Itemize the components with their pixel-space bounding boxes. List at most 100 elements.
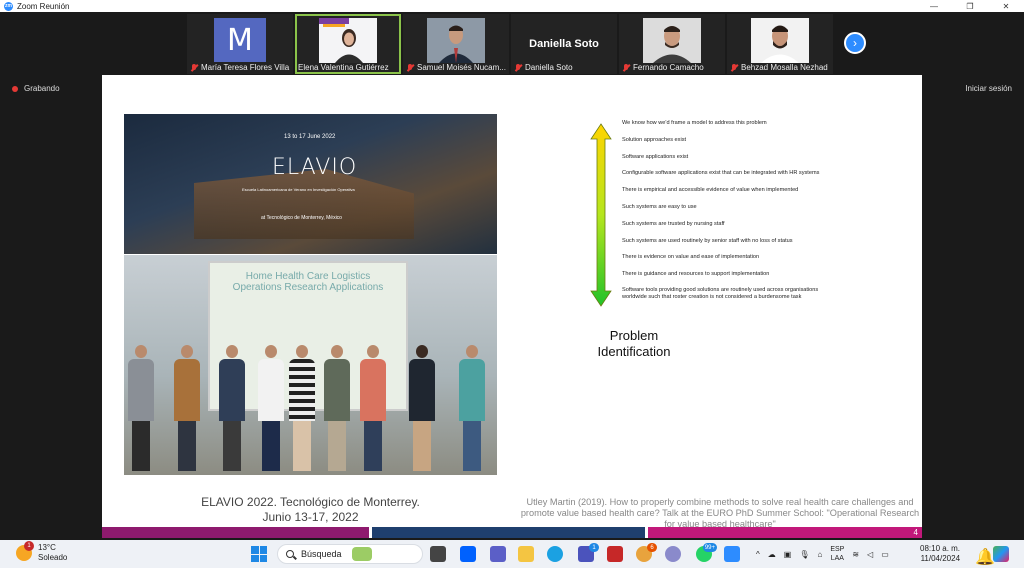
shared-slide: 13 to 17 June 2022 ELAVIO Escuela Latino…: [102, 75, 922, 538]
task-view-icon[interactable]: [430, 546, 446, 562]
chrome-badge: 6: [647, 543, 657, 552]
windows-start-icon[interactable]: [251, 546, 267, 562]
copilot-icon[interactable]: [993, 546, 1009, 562]
whatsapp-icon[interactable]: 99+: [696, 543, 717, 562]
microphone-icon[interactable]: 🎙: [799, 550, 809, 559]
footer-bar: [102, 527, 369, 538]
person-figure: [459, 345, 485, 471]
notification-bell-icon[interactable]: 🔔: [975, 547, 995, 566]
participant-tile[interactable]: Samuel Moisés Nucam...: [403, 14, 509, 74]
participant-name: Behzad Mosalla Nezhad: [741, 63, 828, 72]
step-item: Such systems are trusted by nursing staf…: [622, 220, 725, 227]
participants-strip: M María Teresa Flores Villa Elena Valent…: [187, 14, 833, 74]
cloud-icon[interactable]: ☁: [768, 550, 776, 559]
step-item: There is empirical and accessible eviden…: [622, 187, 799, 194]
restore-icon[interactable]: ❐: [952, 2, 988, 11]
people-group: [124, 325, 497, 475]
participant-tile[interactable]: Elena Valentina Gutiérrez: [295, 14, 401, 74]
participant-tile[interactable]: Daniella Soto Daniella Soto: [511, 14, 617, 74]
step-item: We know how we'd frame a model to addres…: [622, 120, 767, 126]
sun-icon: 1: [16, 541, 34, 561]
step-item: Solution approaches exist: [622, 136, 687, 143]
page-number: 4: [913, 528, 918, 537]
chevron-up-icon[interactable]: ^: [756, 550, 760, 559]
recording-dot-icon: [12, 85, 18, 92]
step-item: Configurable software applications exist…: [622, 170, 820, 177]
next-participants-button[interactable]: ›: [844, 32, 866, 54]
language-code: ESP: [830, 546, 845, 553]
person-figure: [219, 345, 245, 471]
participant-name: Elena Valentina Gutiérrez: [298, 63, 389, 72]
person-figure: [289, 345, 315, 471]
dropbox-icon[interactable]: [460, 546, 476, 562]
participant-name: Samuel Moisés Nucam...: [417, 63, 506, 72]
person-figure: [258, 345, 284, 471]
mic-muted-icon: [514, 63, 522, 72]
participant-name: Daniella Soto: [525, 63, 573, 72]
event-subtitle: Escuela Latinoamericana de Verano en Inv…: [242, 187, 355, 192]
search-placeholder: Búsqueda: [301, 549, 342, 559]
photo-caption: ELAVIO 2022. Tecnológico de Monterrey. J…: [124, 495, 497, 525]
edge-icon[interactable]: [547, 546, 563, 562]
event-venue: at Tecnológico de Monterrey, México: [261, 215, 342, 221]
language-indicator[interactable]: ESP LAA: [830, 545, 844, 563]
person-figure: [324, 345, 350, 471]
zoom-taskbar-icon[interactable]: [724, 546, 740, 562]
event-title: ELAVIO: [272, 155, 358, 180]
search-highlight-icon: [351, 547, 372, 561]
group-photo: Home Health Care Logistics Operations Re…: [124, 255, 497, 475]
teams-work-icon[interactable]: 1: [578, 543, 599, 562]
participant-video: [643, 18, 701, 63]
participant-tile[interactable]: M María Teresa Flores Villa: [187, 14, 293, 74]
title-bar: zm Zoom Reunión — ❐ ✕: [0, 0, 1024, 12]
meeting-area: M María Teresa Flores Villa Elena Valent…: [0, 12, 1024, 539]
close-icon[interactable]: ✕: [988, 2, 1024, 11]
weather-widget[interactable]: 1 13°C Soleado: [16, 541, 68, 563]
participant-display-name: Daniella Soto: [529, 38, 599, 50]
teams-badge: 1: [589, 543, 599, 552]
recording-label: Grabando: [24, 84, 60, 93]
minimize-icon[interactable]: —: [916, 2, 952, 11]
footer-color-bars: 4: [102, 527, 922, 538]
search-box[interactable]: Búsqueda: [277, 544, 423, 564]
event-date: 13 to 17 June 2022: [284, 134, 336, 140]
person-figure: [409, 345, 435, 471]
participant-video: [427, 18, 485, 63]
participant-tile[interactable]: Behzad Mosalla Nezhad: [727, 14, 833, 74]
volume-icon[interactable]: ◁: [867, 550, 873, 559]
avatar: M: [214, 18, 266, 62]
recording-indicator: Grabando: [12, 84, 60, 93]
taskbar: 1 13°C Soleado Búsqueda 1 6 99+ ^ ☁ ▣ 🎙 …: [0, 540, 1024, 568]
signin-link[interactable]: Iniciar sesión: [965, 84, 1012, 93]
footer-bar: [372, 527, 645, 538]
clock[interactable]: 08:10 a. m. 11/04/2024: [920, 544, 960, 564]
date-text: 11/04/2024: [920, 554, 961, 563]
mcafee-icon[interactable]: [607, 546, 623, 562]
double-arrow-icon: [590, 123, 612, 307]
weather-desc: Soleado: [38, 553, 68, 562]
chrome-profile-icon[interactable]: [665, 546, 681, 562]
step-item: Software applications exist: [622, 153, 689, 160]
file-explorer-icon[interactable]: [518, 546, 534, 562]
usb-icon[interactable]: ⌂: [817, 550, 822, 559]
teams-icon[interactable]: [490, 546, 506, 562]
participant-tile[interactable]: Fernando Camacho: [619, 14, 725, 74]
reference-text: Utley Martin (2019). How to properly com…: [520, 497, 920, 529]
time-text: 08:10 a. m.: [920, 544, 961, 553]
mic-muted-icon: [622, 63, 630, 72]
problem-identification-label: Problem Identification: [582, 328, 686, 360]
step-item: Such systems are easy to use: [622, 203, 697, 210]
person-figure: [128, 345, 154, 471]
camera-icon[interactable]: ▣: [784, 550, 792, 559]
battery-icon[interactable]: ▭: [881, 550, 889, 559]
screen-title-line2: Operations Research Applications: [232, 282, 384, 293]
wifi-icon[interactable]: ≋: [852, 550, 859, 559]
chrome-icon[interactable]: 6: [636, 543, 657, 562]
system-tray: ^ ☁ ▣ 🎙 ⌂ ESP LAA ≋ ◁ ▭: [756, 545, 889, 563]
readiness-steps-list: We know how we'd frame a model to addres…: [622, 119, 922, 304]
whatsapp-badge: 99+: [702, 543, 717, 552]
weather-badge: 1: [24, 541, 34, 551]
search-icon: [286, 550, 294, 558]
footer-bar: 4: [648, 527, 922, 538]
problem-label-line1: Problem: [609, 328, 659, 343]
